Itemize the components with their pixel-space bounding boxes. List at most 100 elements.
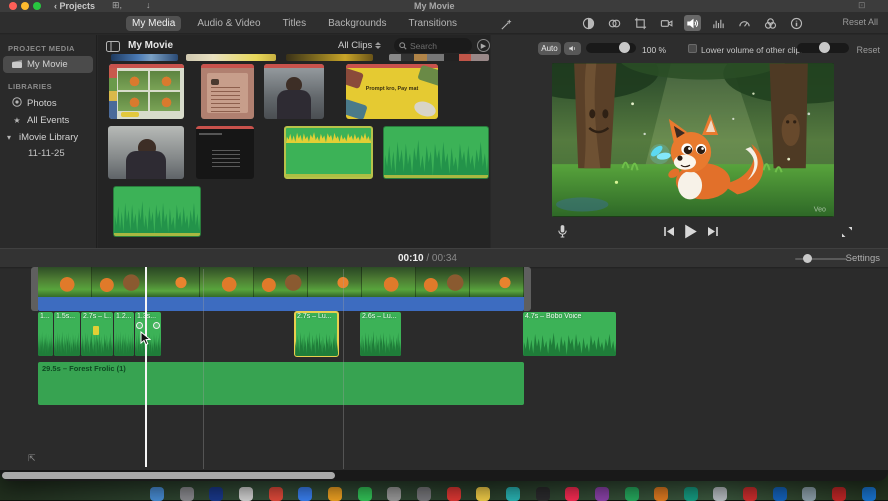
mute-button[interactable] xyxy=(564,42,581,55)
stabilization-icon[interactable] xyxy=(658,15,675,31)
dock-app-icon[interactable] xyxy=(209,487,224,501)
enhance-wand-icon[interactable] xyxy=(498,16,515,32)
media-thumb-sliver[interactable] xyxy=(186,54,276,61)
media-thumb-audio-clip[interactable] xyxy=(284,126,373,179)
dock-app-icon[interactable] xyxy=(238,487,253,501)
dock-app-icon[interactable] xyxy=(179,487,194,501)
noise-reduction-icon[interactable] xyxy=(710,15,727,31)
media-thumb-fox-grid[interactable] xyxy=(109,64,184,119)
timeline-scrollbar[interactable] xyxy=(0,470,888,481)
reset-button[interactable]: Reset xyxy=(856,45,880,55)
chevron-down-icon[interactable]: ▾ xyxy=(4,133,14,142)
media-thumb-webcam[interactable] xyxy=(264,64,324,119)
dock-app-icon[interactable] xyxy=(743,487,758,501)
dock-app-icon[interactable] xyxy=(654,487,669,501)
play-button[interactable] xyxy=(684,224,698,239)
timeline-zoom-slider[interactable] xyxy=(795,254,847,263)
tab-transitions[interactable]: Transitions xyxy=(402,16,463,31)
timeline-audio-clip[interactable]: 1.2... xyxy=(114,312,134,356)
zoom-window-button[interactable] xyxy=(33,2,41,10)
filmstrip-frame[interactable] xyxy=(470,267,524,297)
clip-info-icon[interactable] xyxy=(788,15,805,31)
dock-app-icon[interactable] xyxy=(298,487,313,501)
search-field[interactable] xyxy=(394,38,472,53)
media-thumb-audio-clip[interactable] xyxy=(113,186,201,237)
filmstrip-frame[interactable] xyxy=(200,267,254,297)
fade-handle[interactable] xyxy=(136,322,143,329)
media-thumb-sliver[interactable] xyxy=(286,54,373,61)
dock-app-icon[interactable] xyxy=(268,487,283,501)
dock-app-icon[interactable] xyxy=(713,487,728,501)
volume-slider[interactable] xyxy=(586,42,636,53)
fade-handle[interactable] xyxy=(153,322,160,329)
timeline-settings-button[interactable]: Settings xyxy=(846,253,880,264)
projects-back-button[interactable]: ‹ Projects xyxy=(54,1,95,11)
clip-trim-handle-left[interactable] xyxy=(31,267,38,311)
playhead[interactable] xyxy=(145,267,147,467)
share-download-icon[interactable]: ↓ xyxy=(146,0,151,10)
sidebar-item-library-date[interactable]: 11-11-25 xyxy=(0,146,96,161)
timeline-zoom-knob[interactable] xyxy=(803,254,812,263)
filmstrip-frame[interactable] xyxy=(254,267,308,297)
filmstrip-frame[interactable] xyxy=(416,267,470,297)
lower-volume-checkbox[interactable] xyxy=(688,44,697,53)
dock-app-icon[interactable] xyxy=(624,487,639,501)
filmstrip-frame[interactable] xyxy=(308,267,362,297)
clip-trim-handle-right[interactable] xyxy=(524,267,531,311)
dock-app-icon[interactable] xyxy=(772,487,787,501)
color-balance-icon[interactable] xyxy=(580,15,597,31)
timeline-audio-clip[interactable]: 2.7s – L... xyxy=(81,312,113,356)
dock-app-icon[interactable] xyxy=(565,487,580,501)
dock-app-icon[interactable] xyxy=(476,487,491,501)
search-input[interactable] xyxy=(410,40,467,51)
filmstrip-frame[interactable] xyxy=(92,267,146,297)
next-frame-button[interactable] xyxy=(707,226,719,237)
dock-app-icon[interactable] xyxy=(594,487,609,501)
media-thumb-document[interactable] xyxy=(201,64,254,119)
dock-app-icon[interactable] xyxy=(416,487,431,501)
account-icon[interactable]: ⊡ xyxy=(858,0,866,11)
tab-my-media[interactable]: My Media xyxy=(126,16,182,31)
timeline-audio-clip-selected[interactable]: 2.7s – Lu... xyxy=(294,311,339,357)
dock-app-icon[interactable] xyxy=(861,487,876,501)
sidebar-item-photos[interactable]: Photos xyxy=(0,94,96,112)
sidebar-item-my-movie[interactable]: My Movie xyxy=(3,56,93,73)
media-thumb-promo[interactable]: Prompt kro, Pay mat xyxy=(346,64,438,119)
dock-app-icon[interactable] xyxy=(446,487,461,501)
tab-titles[interactable]: Titles xyxy=(277,16,313,31)
dock-app-icon[interactable] xyxy=(387,487,402,501)
timeline-audio-clip[interactable]: 1.5s... xyxy=(54,312,80,356)
all-clips-dropdown[interactable]: All Clips xyxy=(338,40,382,51)
media-thumb-sliver[interactable] xyxy=(111,54,178,61)
dock-app-icon[interactable] xyxy=(505,487,520,501)
tab-audio-video[interactable]: Audio & Video xyxy=(191,16,266,31)
filmstrip-frame[interactable] xyxy=(38,267,92,297)
lower-volume-slider-knob[interactable] xyxy=(819,42,830,53)
lower-volume-slider[interactable] xyxy=(797,42,849,53)
connected-audio-track[interactable] xyxy=(38,297,524,311)
appearance-button[interactable]: ▶ xyxy=(477,39,490,52)
voiceover-mic-button[interactable] xyxy=(557,224,568,239)
speed-icon[interactable] xyxy=(736,15,753,31)
filmstrip-frame[interactable] xyxy=(362,267,416,297)
timeline-audio-clip[interactable]: 4.7s – Bobo Voice xyxy=(523,312,616,356)
sidebar-item-imovie-library[interactable]: ▾ iMovie Library xyxy=(0,129,96,146)
dock-app-icon[interactable] xyxy=(150,487,164,501)
dock-app-icon[interactable] xyxy=(357,487,372,501)
fullscreen-expand-icon[interactable] xyxy=(841,226,853,238)
crop-icon[interactable] xyxy=(632,15,649,31)
timeline-music-clip[interactable]: 29.5s – Forest Frolic (1) xyxy=(38,362,524,405)
clip-filter-icon[interactable] xyxy=(762,15,779,31)
previous-frame-button[interactable] xyxy=(663,226,675,237)
tab-backgrounds[interactable]: Backgrounds xyxy=(322,16,392,31)
volume-icon[interactable] xyxy=(684,15,701,31)
dock-app-icon[interactable] xyxy=(683,487,698,501)
media-thumb-audio-clip[interactable] xyxy=(383,126,489,179)
sidebar-item-all-events[interactable]: ★ All Events xyxy=(0,112,96,129)
reset-all-button[interactable]: Reset All xyxy=(842,17,878,27)
timeline-audio-clip[interactable]: 2.6s – Lu... xyxy=(360,312,401,356)
media-thumb-code-window[interactable] xyxy=(196,126,254,179)
volume-slider-knob[interactable] xyxy=(619,42,630,53)
minimize-window-button[interactable] xyxy=(21,2,29,10)
dock-app-icon[interactable] xyxy=(832,487,847,501)
